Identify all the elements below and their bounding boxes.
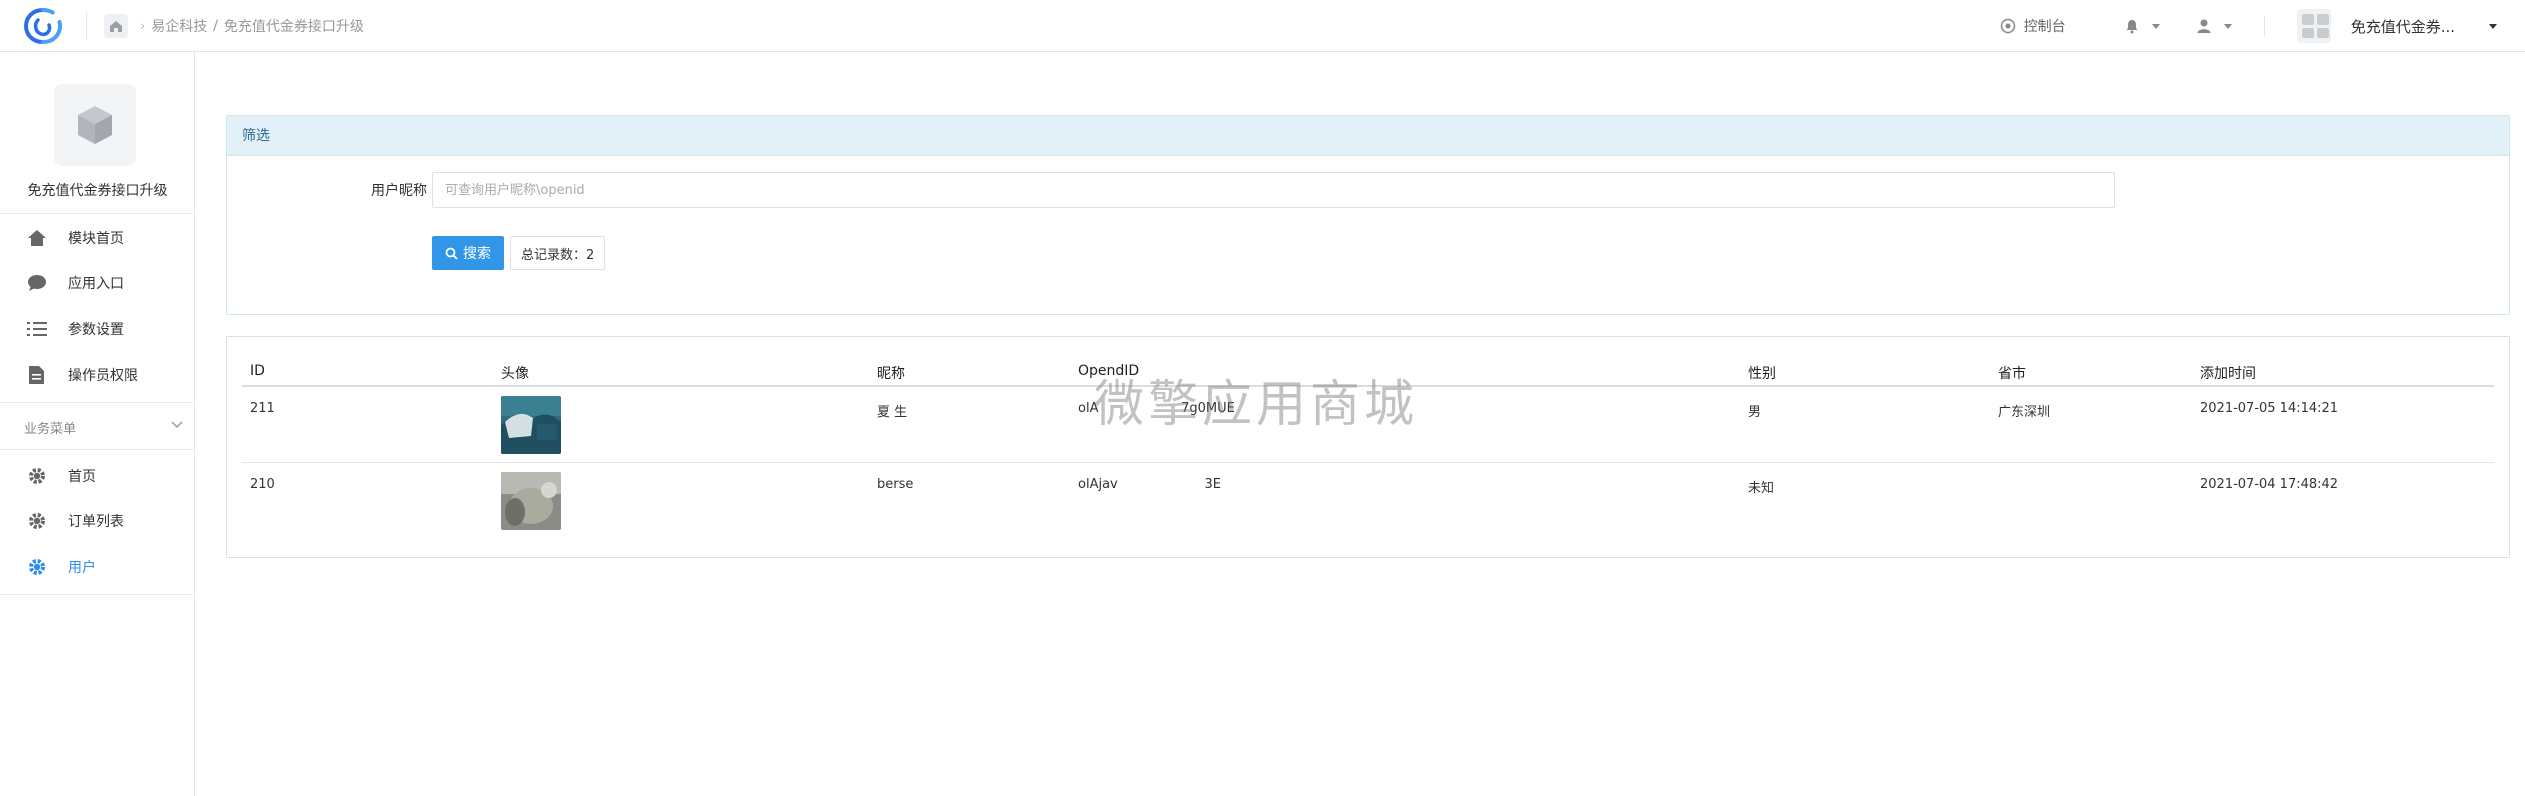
app-title: 免充值代金券接口升级 [27,183,168,199]
top-bar: › 易企科技 / 免充值代金券接口升级 控制台 免充值代金券... [0,0,2525,52]
avatar [501,472,561,530]
gear-icon [26,465,48,487]
nickname-search-input[interactable] [432,172,2115,208]
gear-icon [26,556,48,578]
column-header-nickname: 昵称 [877,366,905,382]
app-grid-icon [2296,9,2331,43]
sidebar-item-users[interactable]: 用户 [0,545,195,589]
console-label: 控制台 [2023,19,2066,35]
watermark: 微擎应用商城 [1094,375,1418,433]
sidebar-item-label: 模块首页 [68,231,124,247]
sidebar-item-label: 操作员权限 [68,368,138,384]
search-button-label: 搜索 [463,246,491,262]
breadcrumb-separator: / [213,18,218,34]
console-link[interactable]: 控制台 [2000,16,2066,36]
home-icon[interactable] [104,14,128,38]
search-icon [445,247,458,260]
cell-id: 210 [250,477,275,492]
chevron-down-icon[interactable] [170,418,184,436]
app-logo [54,84,136,166]
divider [2263,16,2265,36]
breadcrumb: › 易企科技 / 免充值代金券接口升级 [140,16,364,36]
sidebar-item-home[interactable]: 首页 [0,454,195,498]
search-button[interactable]: 搜索 [432,236,504,270]
gear-icon [26,510,48,532]
cell-region: 广东深圳 [1998,405,2051,420]
filter-panel: 筛选 用户昵称 搜索 总记录数：2 [226,115,2510,315]
dashboard-icon [2000,18,2015,34]
cell-nickname: berse [877,477,926,492]
sidebar-item-app-entry[interactable]: 应用入口 [0,261,195,305]
notifications-menu[interactable] [2124,18,2160,34]
sidebar: 免充值代金券接口升级 模块首页 应用入口 参数设置 操作员权限 业务菜单 首页 [0,52,195,796]
chevron-down-icon [2489,23,2497,29]
chevron-down-icon [2223,23,2232,29]
avatar [501,396,561,454]
app-switcher[interactable]: 免充值代金券... [2296,9,2497,43]
column-header-id: ID [250,363,265,379]
cell-added-time: 2021-07-05 14:14:21 [2200,401,2339,416]
bell-icon [2126,20,2138,34]
column-header-gender: 性别 [1748,366,1776,382]
home-icon [26,227,48,249]
logo[interactable] [20,6,66,46]
table-row: 210 berse olAjav 3E 未知 2021-07-04 17:48:… [242,463,2494,539]
breadcrumb-item[interactable]: 免充值代金券接口升级 [224,16,364,36]
divider [0,213,195,214]
sidebar-item-module-home[interactable]: 模块首页 [0,216,195,260]
total-records: 总记录数：2 [510,236,606,270]
cell-openid: olAjav 3E [1078,477,1221,492]
list-icon [26,318,48,340]
divider [0,402,195,403]
current-app-name: 免充值代金券... [2350,17,2455,36]
column-header-region: 省市 [1998,366,2026,382]
document-icon [26,364,48,386]
user-icon [2197,19,2211,33]
sidebar-item-orders[interactable]: 订单列表 [0,499,195,543]
sidebar-item-label: 参数设置 [68,322,124,338]
filter-title: 筛选 [227,116,2509,156]
cube-icon [78,106,112,144]
chat-icon [26,272,48,294]
sidebar-item-settings[interactable]: 参数设置 [0,307,195,351]
divider [86,12,87,40]
cell-id: 211 [250,401,275,416]
nickname-label: 用户昵称 [371,183,427,199]
cell-gender: 男 [1748,405,1762,420]
divider [0,594,195,595]
sidebar-item-label: 订单列表 [68,514,124,530]
sidebar-item-label: 用户 [68,560,96,576]
sidebar-item-label: 应用入口 [68,276,124,292]
section-label[interactable]: 业务菜单 [24,418,76,437]
divider [0,449,195,450]
column-header-avatar: 头像 [501,366,529,382]
sidebar-item-permissions[interactable]: 操作员权限 [0,353,195,397]
cell-added-time: 2021-07-04 17:48:42 [2200,477,2339,492]
cell-nickname: 夏 生 [877,405,908,420]
breadcrumb-item[interactable]: 易企科技 [151,16,207,36]
top-right-tools: 控制台 免充值代金券... [2000,0,2525,52]
cell-gender: 未知 [1748,481,1775,496]
chevron-right-icon: › [140,18,146,34]
user-menu[interactable] [2196,18,2232,34]
sidebar-item-label: 首页 [68,469,96,485]
column-header-added-time: 添加时间 [2200,366,2256,382]
chevron-down-icon [2151,23,2160,29]
